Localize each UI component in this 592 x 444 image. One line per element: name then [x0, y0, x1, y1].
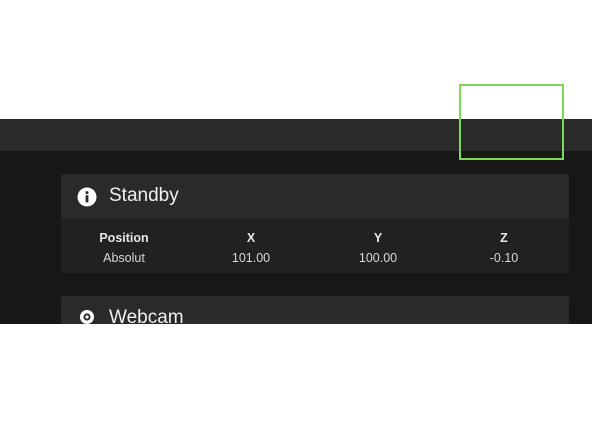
z-axis-header: Z	[500, 231, 508, 245]
position-header: Position	[99, 231, 149, 245]
z-axis-value: -0.10	[489, 251, 519, 265]
webcam-panel-header[interactable]: Webcam	[61, 296, 569, 324]
position-label-column: Position Absolut	[74, 228, 174, 268]
webcam-icon	[80, 310, 94, 324]
x-axis-column: X 101.00	[201, 228, 301, 268]
info-icon	[77, 187, 97, 207]
x-axis-header: X	[246, 231, 256, 245]
y-axis-header: Y	[373, 231, 383, 245]
x-axis-value: 101.00	[231, 251, 271, 265]
y-axis-column: Y 100.00	[328, 228, 428, 268]
standby-panel-title: Standby	[109, 185, 179, 206]
position-table: Position Absolut X 101.00 Y 100.00 Z -0.…	[61, 218, 569, 273]
standby-panel: Standby Position Absolut X 101.00 Y 100.…	[61, 174, 569, 273]
webcam-panel-title: Webcam	[109, 307, 184, 324]
webcam-panel: Webcam	[61, 296, 569, 324]
position-mode-value: Absolut	[103, 251, 145, 265]
standby-panel-header[interactable]: Standby	[61, 174, 569, 218]
y-axis-value: 100.00	[358, 251, 398, 265]
z-axis-column: Z -0.10	[454, 228, 554, 268]
z-value-highlight-box	[459, 84, 564, 160]
